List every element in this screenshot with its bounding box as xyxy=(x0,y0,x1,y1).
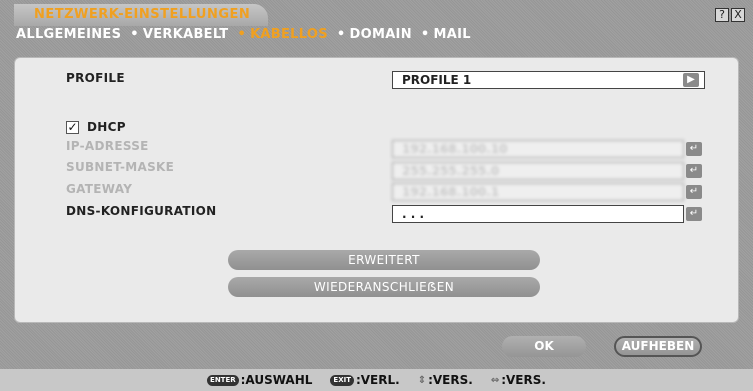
dhcp-label: DHCP xyxy=(87,120,126,134)
close-icon[interactable]: X xyxy=(731,8,745,22)
hint-exit: EXIT :VERL. xyxy=(330,373,400,387)
ok-button[interactable]: OK xyxy=(502,336,586,357)
reconnect-button[interactable]: WIEDERANSCHLIEẞEN xyxy=(228,277,540,297)
subnet-mask-label: SUBNET-MASKE xyxy=(66,160,175,174)
tab-mail[interactable]: • MAIL xyxy=(421,27,480,42)
advanced-button[interactable]: ERWEITERT xyxy=(228,250,540,270)
tab-allgemeines[interactable]: ALLGEMEINES xyxy=(16,27,130,42)
tab-verkabelt[interactable]: • VERKABELT xyxy=(130,27,237,42)
dns-config-field[interactable]: . . . xyxy=(392,205,684,223)
window-controls: ? X xyxy=(715,8,745,22)
enter-icon[interactable]: ↵ xyxy=(686,185,702,199)
enter-key-icon: ENTER xyxy=(207,374,239,386)
gateway-label: GATEWAY xyxy=(66,182,133,196)
cancel-button[interactable]: AUFHEBEN xyxy=(614,336,702,357)
window-title: NETZWERK-EINSTELLUNGEN xyxy=(14,4,268,26)
tab-bar: ALLGEMEINES • VERKABELT • KABELLOS • DOMAIN… xyxy=(16,27,480,42)
status-bar: ENTER :AUSWAHL EXIT :VERL. ⇕ :VERS. ⇔ :V… xyxy=(0,369,753,391)
tab-kabellos[interactable]: • KABELLOS xyxy=(237,27,336,42)
triangle-right-icon[interactable]: ▶ xyxy=(683,73,699,87)
hint-enter: ENTER :AUSWAHL xyxy=(207,373,312,387)
network-settings-window: NETZWERK-EINSTELLUNGEN ? X ALLGEMEINES •… xyxy=(0,0,753,391)
updown-icon: ⇕ xyxy=(417,374,427,386)
tab-domain[interactable]: • DOMAIN xyxy=(337,27,421,42)
profile-select[interactable]: PROFILE 1 xyxy=(392,71,705,89)
hint-leftright: ⇔ :VERS. xyxy=(490,373,546,387)
hint-updown: ⇕ :VERS. xyxy=(417,373,473,387)
dns-config-label: DNS-KONFIGURATION xyxy=(66,204,217,218)
enter-icon[interactable]: ↵ xyxy=(686,164,702,178)
gateway-field[interactable]: 192.168.100.1 xyxy=(392,183,684,201)
dhcp-checkbox[interactable]: ✓ xyxy=(66,121,79,134)
ip-address-label: IP-ADRESSE xyxy=(66,139,149,153)
profile-value: PROFILE 1 xyxy=(402,73,472,87)
ip-address-field[interactable]: 192.168.100.10 xyxy=(392,140,684,158)
help-icon[interactable]: ? xyxy=(715,8,729,22)
exit-key-icon: EXIT xyxy=(330,374,354,386)
settings-panel: PROFILE PROFILE 1 ▶ ✓ DHCP IP-ADRESSE 19… xyxy=(14,57,739,323)
leftright-icon: ⇔ xyxy=(490,374,500,386)
profile-label: PROFILE xyxy=(66,71,125,85)
enter-icon[interactable]: ↵ xyxy=(686,142,702,156)
subnet-mask-field[interactable]: 255.255.255.0 xyxy=(392,162,684,180)
enter-icon[interactable]: ↵ xyxy=(686,207,702,221)
